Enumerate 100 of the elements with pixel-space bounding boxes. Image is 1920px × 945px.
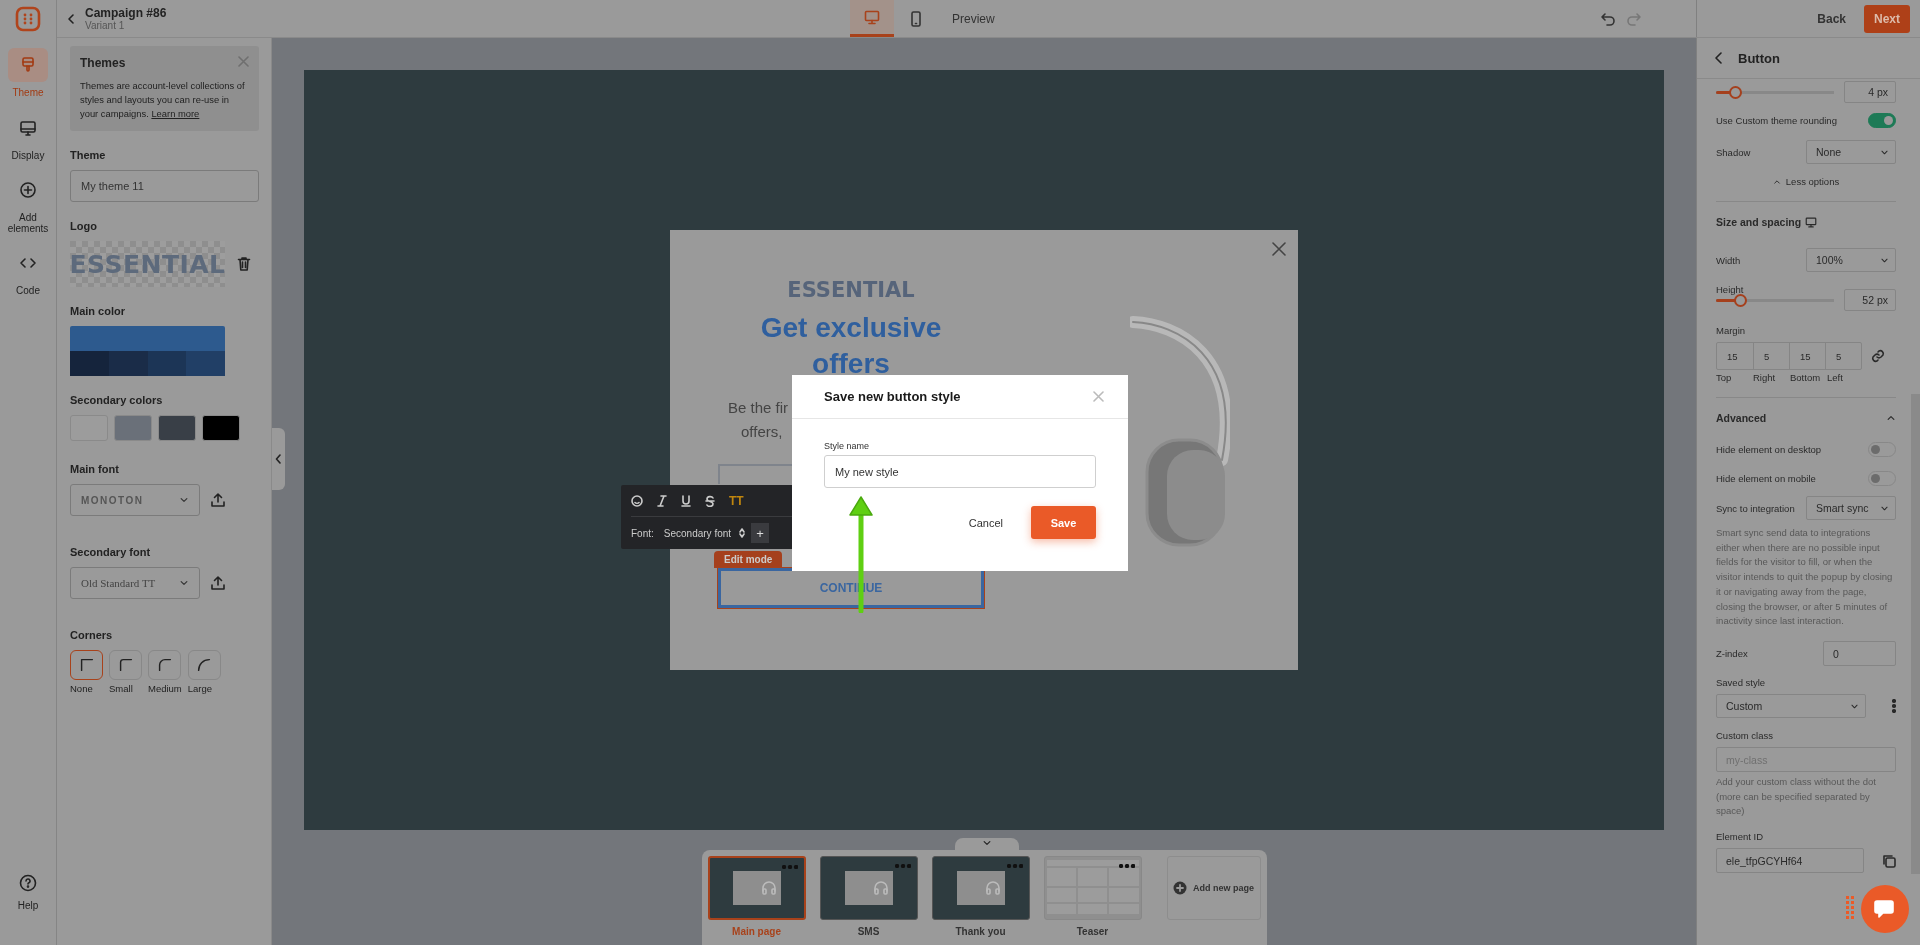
margin-label: Right — [1753, 372, 1777, 383]
page-thumbnail[interactable] — [707, 856, 806, 920]
select-field[interactable]: Custom — [1716, 694, 1866, 719]
select-field[interactable]: 100% — [1806, 248, 1896, 272]
main-color-swatch[interactable] — [70, 326, 225, 352]
collapse-panel-tab[interactable] — [272, 428, 285, 490]
toggle-switch[interactable] — [1868, 471, 1896, 486]
color-swatch[interactable] — [158, 415, 196, 442]
select-field[interactable]: None — [1806, 140, 1896, 164]
add-font-button[interactable]: + — [751, 523, 770, 543]
rail-tab[interactable]: Display — [1, 110, 55, 161]
corner-option[interactable] — [109, 650, 142, 681]
link-icon[interactable] — [1871, 349, 1885, 363]
z-index-field[interactable]: 0 — [1823, 641, 1896, 667]
page-name: Teaser — [1076, 926, 1109, 937]
color-shade[interactable] — [108, 351, 148, 377]
page-thumbnail[interactable] — [931, 856, 1030, 920]
help-text: Add your custom class without the dot (more can be specified separated by space) — [1716, 775, 1877, 819]
theme-name-field[interactable]: My theme 11 — [70, 170, 259, 203]
setting-label: Margin — [1716, 325, 1747, 336]
theme-label: Theme — [70, 149, 107, 162]
page-name: Main page — [732, 926, 781, 937]
main-font-label: Main font — [70, 463, 120, 476]
less-options-link[interactable]: Less options — [1716, 176, 1896, 187]
number-field[interactable]: 52 px — [1844, 289, 1896, 311]
font-select[interactable]: MONOTON — [70, 484, 200, 517]
margin-label: Top — [1716, 372, 1733, 383]
back-chevron-icon[interactable] — [65, 12, 77, 25]
setting-label: Hide element on mobile — [1716, 473, 1816, 484]
font-select[interactable]: Secondary font — [663, 527, 746, 539]
setting-label: Height — [1716, 284, 1745, 295]
select-field[interactable]: Smart sync — [1806, 496, 1896, 520]
element-id-field[interactable]: ele_tfpGCYHf64 — [1716, 848, 1864, 874]
back-button[interactable]: Back — [1817, 11, 1846, 26]
upload-icon[interactable] — [210, 492, 226, 509]
italic-icon[interactable] — [657, 494, 667, 507]
more-vertical-icon[interactable] — [1892, 699, 1896, 714]
emoji-icon[interactable] — [631, 494, 643, 507]
back-chevron-icon[interactable] — [1714, 52, 1724, 64]
slider-thumb[interactable] — [1733, 293, 1747, 307]
number-field[interactable]: 4 px — [1844, 81, 1896, 103]
upload-icon[interactable] — [210, 575, 226, 592]
close-icon[interactable] — [1272, 242, 1286, 256]
corner-option[interactable] — [187, 650, 221, 681]
undo-icon[interactable] — [1600, 11, 1616, 26]
font-select[interactable]: Old Standard TT — [70, 567, 200, 600]
color-shade[interactable] — [147, 351, 187, 377]
chevron-up-icon[interactable] — [1886, 413, 1896, 423]
setting-label: Z-index — [1716, 648, 1748, 660]
cancel-button[interactable]: Cancel — [968, 516, 1003, 529]
main-color-label: Main color — [70, 305, 126, 318]
more-icon[interactable] — [1118, 864, 1135, 868]
help-button[interactable]: Help — [17, 874, 39, 911]
style-name-field[interactable]: My new style — [824, 455, 1096, 488]
monitor-icon — [864, 9, 880, 25]
close-icon[interactable] — [1093, 391, 1104, 402]
color-shade[interactable] — [186, 351, 225, 377]
color-shade[interactable] — [70, 351, 109, 377]
trash-icon[interactable] — [237, 256, 251, 273]
toggle-switch[interactable] — [1868, 442, 1896, 457]
rail-tab[interactable]: Add elements — [1, 173, 55, 234]
drag-handle-icon[interactable] — [1846, 896, 1854, 920]
strikethrough-icon[interactable] — [705, 494, 715, 507]
popup-body-text: Be the fir — [728, 398, 789, 418]
corner-label: None — [70, 683, 93, 695]
copy-icon[interactable] — [1882, 853, 1896, 868]
dialog-title: Save new button style — [824, 389, 961, 404]
page-thumbnail[interactable] — [1043, 856, 1142, 920]
chat-button[interactable] — [1861, 885, 1909, 933]
popup-headline: Get exclusive offers — [759, 311, 943, 381]
learn-more-link[interactable]: Learn more — [151, 108, 200, 120]
page-name: SMS — [857, 926, 880, 937]
chevron-left-icon — [275, 454, 282, 464]
popup-logo: ESSENTIAL — [787, 278, 915, 302]
corner-label: Small — [109, 683, 133, 695]
panel-title: Button — [1738, 50, 1780, 66]
preview-link[interactable]: Preview — [952, 11, 995, 26]
toggle-switch[interactable] — [1868, 113, 1896, 128]
card-title: Themes — [80, 56, 126, 70]
field-label: Style name — [824, 441, 871, 451]
section-title: Size and spacing — [1716, 216, 1802, 228]
chevron-down-icon — [981, 838, 992, 848]
save-button[interactable]: Save — [1031, 506, 1096, 539]
headphones-icon — [760, 880, 777, 896]
monitor-icon — [1805, 216, 1818, 228]
page-thumbnail[interactable] — [819, 856, 918, 920]
rail-tab[interactable]: Code — [1, 246, 55, 297]
color-swatch[interactable] — [202, 415, 240, 442]
color-swatch[interactable] — [114, 415, 152, 442]
underline-icon[interactable] — [681, 494, 691, 507]
add-page-button[interactable]: Add new page — [1166, 856, 1261, 920]
app-logo-icon — [15, 6, 41, 32]
corner-option[interactable] — [70, 650, 103, 681]
corner-option[interactable] — [148, 650, 181, 681]
slider-thumb[interactable] — [1728, 85, 1742, 99]
logo-label: Logo — [70, 220, 98, 233]
text-color-button[interactable]: TT — [729, 493, 744, 508]
device-tab[interactable] — [850, 0, 894, 37]
setting-label: Sync to integration — [1716, 502, 1795, 514]
next-button[interactable]: Next — [1864, 4, 1910, 33]
